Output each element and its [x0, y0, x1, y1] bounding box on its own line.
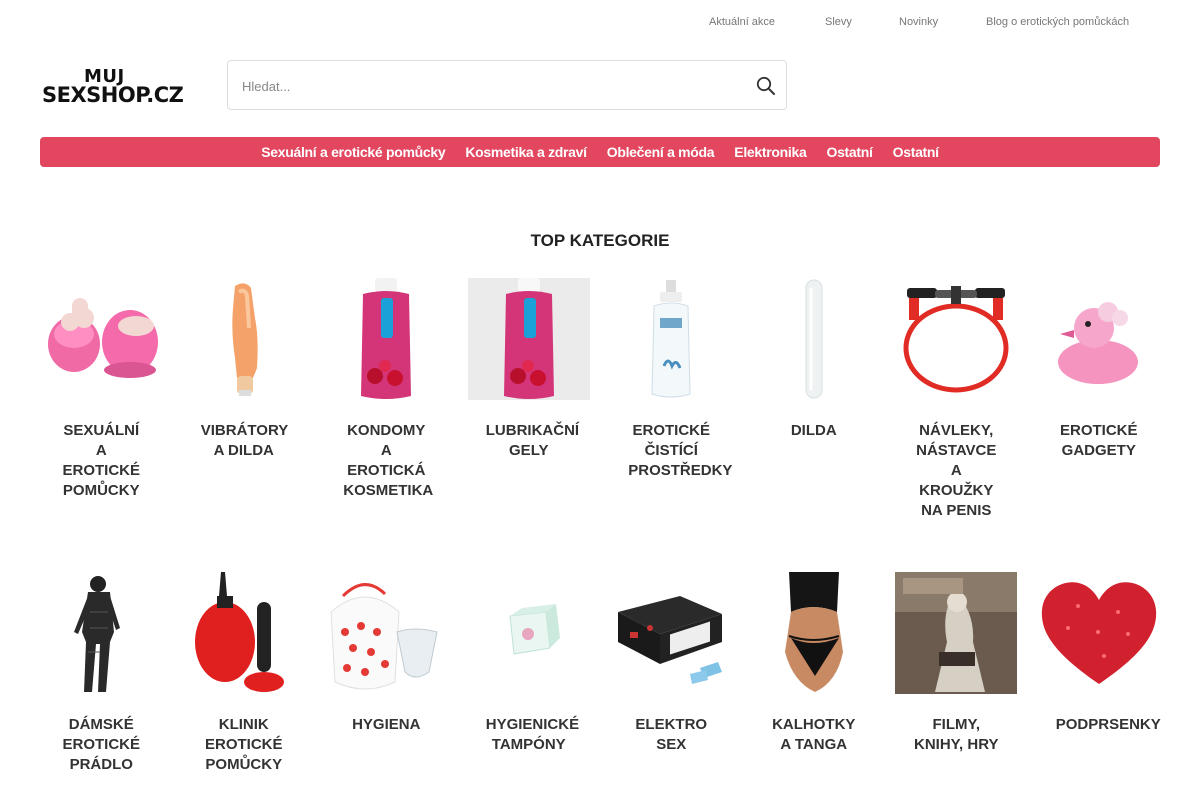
category-tile[interactable]: Podprsenky	[1028, 572, 1171, 775]
top-link-actions[interactable]: Aktuální akce	[709, 16, 775, 28]
category-label: Návleky, nástavce a kroužky na penis	[916, 422, 997, 519]
category-tile[interactable]: Erotické čistící prostředky	[600, 278, 743, 521]
category-label: Hygiena	[352, 716, 421, 733]
category-tile[interactable]: Hygiena	[315, 572, 458, 775]
flesh-vibrator-image	[183, 278, 305, 400]
top-categories-title: TOP KATEGORIE	[530, 231, 670, 250]
category-label: Dámské erotické prádlo	[62, 716, 140, 773]
category-label: Klinik erotické pomůcky	[204, 716, 283, 773]
clear-dildo-image	[753, 278, 875, 400]
menstrual-cup-image	[325, 572, 447, 694]
menu-item-sexual-aids[interactable]: Sexuální a erotické pomůcky	[261, 144, 445, 160]
red-anal-douche-image	[183, 572, 305, 694]
string-thong-image	[753, 572, 875, 694]
category-tile[interactable]: Kondomy a erotická kosmetika	[315, 278, 458, 521]
category-label: Hygienické tampóny	[485, 716, 580, 753]
category-tile[interactable]: Návleky, nástavce a kroužky na penis	[885, 278, 1028, 521]
category-label: Erotické gadgety	[1059, 422, 1138, 459]
category-label: Kalhotky a tanga	[772, 716, 856, 753]
red-penis-ring-image	[895, 278, 1017, 400]
category-label: Vibrátory a dilda	[200, 422, 289, 459]
menu-item-other[interactable]: Ostatní	[826, 144, 872, 160]
category-label: Elektro sex	[635, 716, 708, 753]
category-label: Sexuální a erotické pomůcky	[62, 422, 140, 499]
category-label: Podprsenky	[1055, 716, 1161, 733]
category-tile[interactable]: Lubrikační gely	[458, 278, 601, 521]
category-tile[interactable]: Sexuální a erotické pomůcky	[30, 278, 173, 521]
category-tile[interactable]: Erotické gadgety	[1028, 278, 1171, 521]
toy-cleaner-spray-image	[610, 278, 732, 400]
category-grid-row-1: Sexuální a erotické pomůcky Vibrátory a …	[30, 278, 1170, 521]
search-input[interactable]	[242, 75, 732, 97]
category-label: Erotické čistící prostředky	[628, 422, 733, 479]
estim-kit-image	[610, 572, 732, 694]
category-tile[interactable]: Kalhotky a tanga	[743, 572, 886, 775]
menu-item-other-2[interactable]: Ostatní	[893, 144, 939, 160]
pink-penis-slippers-image	[40, 278, 162, 400]
top-link-blog[interactable]: Blog o erotických pomůckách	[986, 16, 1129, 28]
menu-item-cosmetics[interactable]: Kosmetika a zdraví	[465, 144, 587, 160]
top-link-discounts[interactable]: Slevy	[825, 16, 852, 28]
category-grid-row-2: Dámské erotické prádlo Klinik erotické p…	[30, 572, 1170, 775]
soft-tampons-image	[468, 572, 590, 694]
category-tile[interactable]: Filmy, knihy, hry	[885, 572, 1028, 775]
menu-item-clothing[interactable]: Oblečení a móda	[607, 144, 715, 160]
search-box	[227, 60, 787, 110]
category-label: Lubrikační gely	[485, 422, 580, 459]
glitter-heart-pasty-image	[1038, 572, 1160, 694]
lace-bodystocking-image	[40, 572, 162, 694]
top-links-bar: Aktuální akce Slevy Novinky Blog o eroti…	[0, 0, 1200, 44]
top-link-news[interactable]: Novinky	[899, 16, 938, 28]
category-label: Dilda	[790, 422, 837, 439]
category-label: Kondomy a erotická kosmetika	[343, 422, 434, 499]
royo-calendar-image	[895, 572, 1018, 694]
pink-rubber-duck-image	[1038, 278, 1160, 400]
category-label: Filmy, knihy, hry	[914, 716, 999, 753]
durex-cherry-gel-image	[325, 278, 447, 400]
main-menu: Sexuální a erotické pomůcky Kosmetika a …	[40, 137, 1160, 167]
menu-item-electronics[interactable]: Elektronika	[734, 144, 806, 160]
category-tile[interactable]: Dámské erotické prádlo	[30, 572, 173, 775]
category-tile[interactable]: Vibrátory a dilda	[173, 278, 316, 521]
logo-line-2: SEXSHOP.CZ	[42, 83, 184, 107]
site-logo[interactable]: MUJ SEXSHOP.CZ	[42, 68, 184, 107]
category-tile[interactable]: Dilda	[743, 278, 886, 521]
category-tile[interactable]: Hygienické tampóny	[458, 572, 601, 775]
search-icon[interactable]	[754, 74, 778, 98]
category-tile[interactable]: Elektro sex	[600, 572, 743, 775]
durex-cherry-gel-image	[467, 278, 590, 400]
category-tile[interactable]: Klinik erotické pomůcky	[173, 572, 316, 775]
